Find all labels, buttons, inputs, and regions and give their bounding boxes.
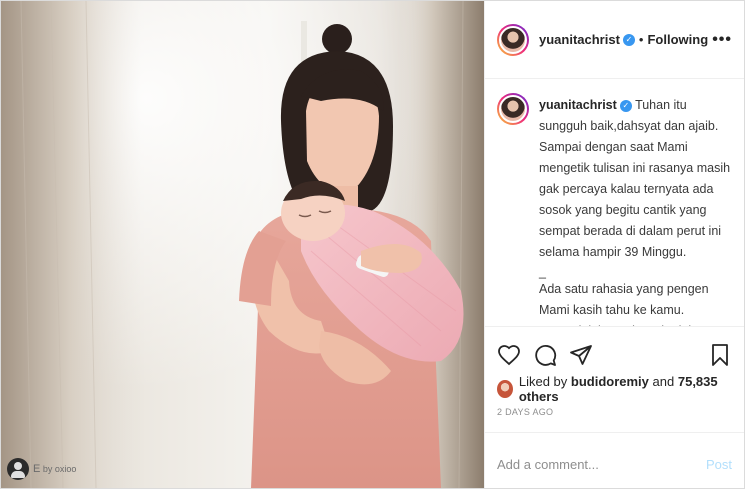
heart-icon[interactable]: [497, 343, 521, 367]
post-header: yuanitachrist ✓ • Following •••: [485, 1, 744, 79]
caption-separator: _: [539, 265, 546, 279]
comment-bar: Post: [485, 441, 744, 487]
caption-paragraph-1: yuanitachrist ✓ Tuhan itu sungguh baik,da…: [539, 95, 732, 263]
photo-illustration: [1, 1, 484, 488]
caption-text-2: Ada satu rahasia yang pengen Mami kasih …: [539, 282, 709, 326]
author-username[interactable]: yuanitachrist: [539, 32, 620, 47]
caption: yuanitachrist ✓ Tuhan itu sungguh baik,da…: [539, 95, 732, 326]
action-bar: [485, 327, 744, 375]
header-separator: •: [638, 32, 644, 47]
likes-text: Liked by budidoremiy and 75,835 others: [519, 374, 732, 404]
post-date[interactable]: 2 DAYS AGO: [485, 403, 744, 433]
credit-caption: by oxioo: [42, 464, 77, 474]
likes-and: and: [652, 374, 675, 389]
caption-area[interactable]: yuanitachrist ✓ Tuhan itu sungguh baik,da…: [485, 79, 744, 327]
author-avatar[interactable]: [497, 23, 529, 56]
following-button[interactable]: Following: [647, 32, 708, 47]
comment-bubble-icon[interactable]: [533, 343, 557, 367]
caption-avatar-image: [499, 95, 527, 123]
paper-plane-icon[interactable]: [569, 343, 593, 367]
post-comment-button[interactable]: Post: [706, 457, 732, 472]
liker-username[interactable]: budidoremiy: [571, 374, 649, 389]
credit-letter: E: [33, 463, 41, 475]
credit-text: E by oxioo: [33, 463, 76, 475]
verified-badge-icon: ✓: [622, 33, 635, 46]
post-photo[interactable]: E by oxioo: [1, 1, 484, 488]
author-avatar-image: [499, 25, 527, 54]
credit-avatar: [7, 458, 29, 480]
bookmark-icon[interactable]: [708, 343, 732, 367]
comment-input[interactable]: [497, 456, 706, 472]
caption-avatar[interactable]: [497, 93, 529, 125]
caption-text-1: Tuhan itu sungguh baik,dahsyat dan ajaib…: [539, 98, 731, 259]
photo-credit: E by oxioo: [7, 458, 76, 480]
instagram-post: E by oxioo yuanitachrist ✓ • Following •…: [0, 0, 745, 489]
likes-summary: Liked by budidoremiy and 75,835 others: [485, 374, 744, 404]
verified-badge-icon: ✓: [619, 99, 632, 112]
caption-username[interactable]: yuanitachrist: [539, 98, 617, 112]
post-side-panel: yuanitachrist ✓ • Following ••• yuanitac…: [484, 1, 744, 488]
likes-prefix: Liked by: [518, 374, 568, 389]
liker-avatar[interactable]: [497, 380, 513, 398]
more-options-icon[interactable]: •••: [712, 31, 732, 49]
